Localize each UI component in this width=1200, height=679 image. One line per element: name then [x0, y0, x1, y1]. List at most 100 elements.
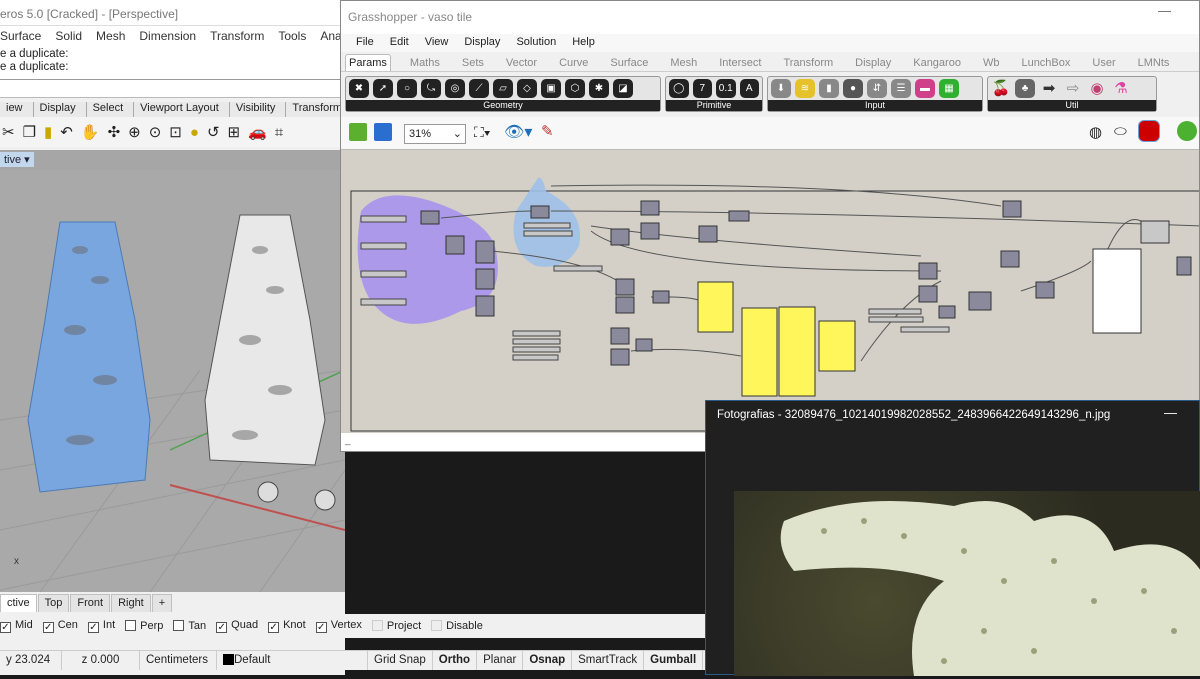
checkbox[interactable]: ✓	[0, 622, 11, 633]
preview-green-icon[interactable]	[1177, 121, 1197, 141]
tab-intersect[interactable]: Intersect	[716, 55, 764, 71]
minimize-button[interactable]: —	[1158, 3, 1171, 18]
osnap-disable[interactable]: Disable	[431, 620, 483, 632]
arrow-right-filled-icon[interactable]: ➡	[1039, 79, 1059, 98]
tab-display[interactable]: Display	[852, 55, 894, 71]
layer[interactable]: Default	[217, 651, 368, 670]
snap-icon[interactable]: ⌗	[275, 124, 283, 141]
tab-select[interactable]: Select	[86, 102, 135, 117]
minimize-button[interactable]: —	[1164, 405, 1177, 420]
toggle-icon[interactable]: ▮	[819, 79, 839, 98]
paste-icon[interactable]: ▮	[44, 123, 52, 141]
curve-param-icon[interactable]: ⤿	[421, 79, 441, 98]
tab-perspective[interactable]: ctive	[0, 594, 37, 612]
mesh-param-icon[interactable]: ✱	[589, 79, 609, 98]
checkbox[interactable]: ✓	[87, 622, 99, 633]
button-icon[interactable]: ●	[843, 79, 863, 98]
osnap-int[interactable]: ✓ Int	[87, 619, 115, 633]
graph-mapper-icon[interactable]: ▬	[915, 79, 935, 98]
preview-shaded-icon[interactable]: ⬭	[1114, 123, 1127, 140]
value-list-icon[interactable]: ☰	[891, 79, 911, 98]
slider-icon[interactable]: ⇵	[867, 79, 887, 98]
perspective-viewport[interactable]: x	[0, 170, 345, 592]
gh-canvas[interactable]	[341, 151, 1199, 433]
vector-param-icon[interactable]: ➚	[373, 79, 393, 98]
data-tree-icon[interactable]: ♣	[1015, 79, 1035, 98]
command-input[interactable]	[0, 80, 345, 98]
brep-param-icon[interactable]: ⬡	[565, 79, 585, 98]
zoom-extents-icon[interactable]: ⊡	[169, 123, 182, 141]
toggle-grid-snap[interactable]: Grid Snap	[368, 651, 433, 670]
surface-param-icon[interactable]: ◪	[613, 79, 633, 98]
tab-surface[interactable]: Surface	[607, 55, 651, 71]
osnap-vertex[interactable]: ✓ Vertex	[315, 619, 362, 633]
tab-sets[interactable]: Sets	[459, 55, 487, 71]
box-param-icon[interactable]: ▣	[541, 79, 561, 98]
menu-dimension[interactable]: Dimension	[139, 29, 196, 46]
tab-curve[interactable]: Curve	[556, 55, 591, 71]
tab-kangaroo[interactable]: Kangaroo	[910, 55, 964, 71]
menu-tools[interactable]: Tools	[278, 29, 306, 46]
render-car-icon[interactable]: 🚗	[248, 123, 267, 141]
preview-selected-icon[interactable]	[1138, 120, 1160, 142]
checkbox[interactable]	[371, 620, 383, 631]
rectangle-param-icon[interactable]: ◇	[517, 79, 537, 98]
toggle-gumball[interactable]: Gumball	[644, 651, 704, 670]
menu-view[interactable]: View	[425, 36, 449, 52]
tab-wb[interactable]: Wb	[980, 55, 1003, 71]
number-param-icon[interactable]: 0.1	[716, 79, 736, 98]
tab-mesh[interactable]: Mesh	[667, 55, 700, 71]
zoom-window-icon[interactable]: ⊙	[149, 123, 162, 141]
copy-icon[interactable]: ❐	[23, 123, 36, 141]
integer-param-icon[interactable]: 7	[692, 79, 712, 98]
text-param-icon[interactable]: A	[739, 79, 759, 98]
osnap-cen[interactable]: ✓ Cen	[42, 619, 78, 633]
circle-param-icon[interactable]: ○	[397, 79, 417, 98]
sketch-pen-icon[interactable]: ✎	[541, 122, 554, 140]
boolean-param-icon[interactable]: ◯	[669, 79, 689, 98]
checkbox[interactable]	[125, 620, 137, 631]
cherry-picker-icon[interactable]: 🍒	[991, 79, 1011, 98]
preview-wire-icon[interactable]: ◍	[1089, 123, 1102, 141]
tab-visibility[interactable]: Visibility	[229, 102, 287, 117]
pan-icon[interactable]: ✋	[81, 123, 100, 141]
disk-icon[interactable]: ◉	[1087, 79, 1107, 98]
menu-mesh[interactable]: Mesh	[96, 29, 125, 46]
toggle-ortho[interactable]: Ortho	[433, 651, 478, 670]
circular-arc-icon[interactable]: ◎	[445, 79, 465, 98]
checkbox[interactable]: ✓	[216, 622, 228, 633]
import-icon[interactable]: ⬇	[771, 79, 791, 98]
open-file-icon[interactable]	[349, 123, 367, 141]
four-viewports-icon[interactable]: ⊞	[228, 123, 241, 141]
osnap-quad[interactable]: ✓ Quad	[216, 619, 258, 633]
tab-user[interactable]: User	[1089, 55, 1118, 71]
tab-front[interactable]: Front	[70, 594, 111, 612]
toggle-smarttrack[interactable]: SmartTrack	[572, 651, 645, 670]
menu-transform[interactable]: Transform	[210, 29, 264, 46]
tab-lmnts[interactable]: LMNts	[1135, 55, 1173, 71]
zoom-extents-icon[interactable]: ⛶▾	[474, 124, 491, 141]
osnap-project[interactable]: Project	[371, 620, 421, 632]
tab-viewport-layout[interactable]: Viewport Layout	[134, 102, 230, 117]
checkbox[interactable]: ✓	[268, 622, 280, 633]
zoom-icon[interactable]: ⊕	[128, 123, 141, 141]
menu-solid[interactable]: Solid	[55, 29, 82, 46]
add-viewport-button[interactable]: +	[151, 594, 173, 612]
arrow-right-outline-icon[interactable]: ⇨	[1063, 79, 1083, 98]
geometry-param-icon[interactable]: ✖	[349, 79, 369, 98]
tab-params[interactable]: Params	[345, 54, 391, 71]
plane-param-icon[interactable]: ▱	[493, 79, 513, 98]
image-sampler-icon[interactable]: ▦	[939, 79, 959, 98]
tab-transform[interactable]: Transform	[780, 55, 836, 71]
gradient-icon[interactable]: ≋	[795, 79, 815, 98]
toggle-osnap[interactable]: Osnap	[523, 651, 573, 670]
tab-lunchbox[interactable]: LunchBox	[1018, 55, 1073, 71]
osnap-tan[interactable]: Tan	[173, 620, 206, 632]
osnap-mid[interactable]: ✓ Mid	[0, 619, 33, 633]
cut-icon[interactable]: ✂	[2, 123, 15, 141]
preview-eye-icon[interactable]: 👁▾	[504, 122, 532, 142]
checkbox[interactable]	[431, 620, 443, 631]
tab-view[interactable]: iew	[0, 102, 34, 117]
flask-icon[interactable]: ⚗	[1111, 79, 1131, 98]
checkbox[interactable]: ✓	[42, 622, 54, 633]
